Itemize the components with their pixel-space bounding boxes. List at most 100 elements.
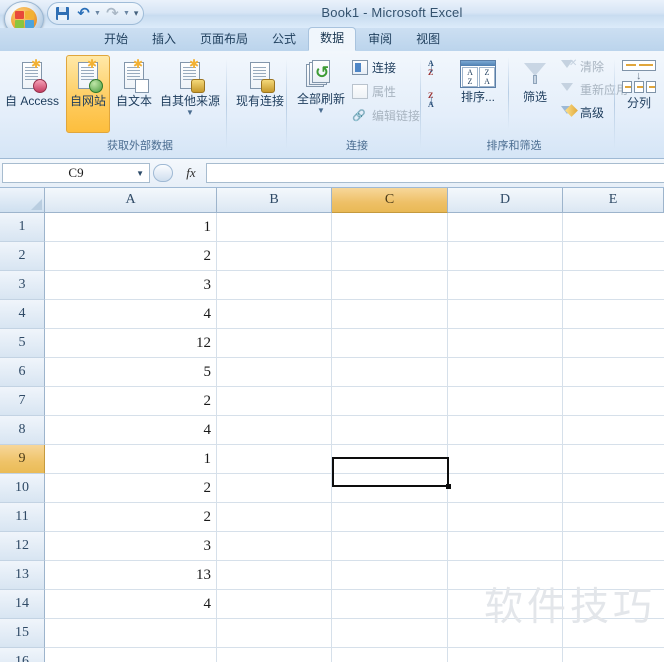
tab-review[interactable]: 审阅 [356, 28, 404, 51]
column-header-a[interactable]: A [45, 188, 217, 213]
row-header-10[interactable]: 10 [0, 474, 45, 503]
cell-D3[interactable] [448, 271, 563, 300]
cell-B5[interactable] [217, 329, 332, 358]
row-header-4[interactable]: 4 [0, 300, 45, 329]
cell-C5[interactable] [332, 329, 448, 358]
cell-D7[interactable] [448, 387, 563, 416]
column-header-c[interactable]: C [332, 188, 448, 213]
cell-D4[interactable] [448, 300, 563, 329]
refresh-all-caret-icon[interactable]: ▼ [317, 107, 325, 115]
from-access-button[interactable]: ✱ 自 Access [4, 55, 60, 133]
cell-B2[interactable] [217, 242, 332, 271]
cell-D10[interactable] [448, 474, 563, 503]
cell-D5[interactable] [448, 329, 563, 358]
cell-D2[interactable] [448, 242, 563, 271]
from-other-sources-caret-icon[interactable]: ▼ [186, 109, 194, 117]
row-header-11[interactable]: 11 [0, 503, 45, 532]
cell-E15[interactable] [563, 619, 664, 648]
cell-B7[interactable] [217, 387, 332, 416]
cell-C11[interactable] [332, 503, 448, 532]
connections-button[interactable]: 连接 [350, 58, 398, 77]
cell-E11[interactable] [563, 503, 664, 532]
from-web-button[interactable]: ✱ 自网站 [66, 55, 110, 133]
cell-A14[interactable]: 4 [45, 590, 217, 619]
cell-B11[interactable] [217, 503, 332, 532]
cell-C4[interactable] [332, 300, 448, 329]
cell-A13[interactable]: 13 [45, 561, 217, 590]
row-header-1[interactable]: 1 [0, 213, 45, 242]
cell-B4[interactable] [217, 300, 332, 329]
cell-C15[interactable] [332, 619, 448, 648]
formula-input[interactable] [206, 163, 664, 183]
cell-D11[interactable] [448, 503, 563, 532]
row-header-7[interactable]: 7 [0, 387, 45, 416]
cell-A16[interactable] [45, 648, 217, 662]
cell-E5[interactable] [563, 329, 664, 358]
cell-C8[interactable] [332, 416, 448, 445]
cell-E3[interactable] [563, 271, 664, 300]
tab-insert[interactable]: 插入 [140, 28, 188, 51]
row-header-6[interactable]: 6 [0, 358, 45, 387]
cell-E8[interactable] [563, 416, 664, 445]
cell-B8[interactable] [217, 416, 332, 445]
sort-dialog-button[interactable]: AZ ZA 排序... [450, 55, 506, 133]
cell-C16[interactable] [332, 648, 448, 662]
cell-C13[interactable] [332, 561, 448, 590]
row-header-13[interactable]: 13 [0, 561, 45, 590]
cell-C2[interactable] [332, 242, 448, 271]
cell-D1[interactable] [448, 213, 563, 242]
sort-ascending-button[interactable]: A Z ↓ [426, 59, 448, 78]
row-header-15[interactable]: 15 [0, 619, 45, 648]
cell-E16[interactable] [563, 648, 664, 662]
tab-view[interactable]: 视图 [404, 28, 452, 51]
cell-C14[interactable] [332, 590, 448, 619]
cell-C6[interactable] [332, 358, 448, 387]
cell-A1[interactable]: 1 [45, 213, 217, 242]
tab-home[interactable]: 开始 [92, 28, 140, 51]
cell-C7[interactable] [332, 387, 448, 416]
text-to-columns-button[interactable]: ↓ 分列 [614, 55, 664, 133]
row-header-14[interactable]: 14 [0, 590, 45, 619]
cell-B12[interactable] [217, 532, 332, 561]
cell-E2[interactable] [563, 242, 664, 271]
row-header-16[interactable]: 16 [0, 648, 45, 662]
row-header-2[interactable]: 2 [0, 242, 45, 271]
select-all-corner[interactable] [0, 188, 45, 213]
tab-page-layout[interactable]: 页面布局 [188, 28, 260, 51]
sort-descending-button[interactable]: Z A ↓ [426, 91, 448, 110]
cell-D6[interactable] [448, 358, 563, 387]
cell-D15[interactable] [448, 619, 563, 648]
cell-E10[interactable] [563, 474, 664, 503]
cell-E14[interactable] [563, 590, 664, 619]
cell-A15[interactable] [45, 619, 217, 648]
cell-D9[interactable] [448, 445, 563, 474]
cell-D16[interactable] [448, 648, 563, 662]
from-other-sources-button[interactable]: ✱ 自其他来源 ▼ [156, 55, 224, 133]
name-box-caret-icon[interactable]: ▼ [136, 169, 144, 178]
cell-A10[interactable]: 2 [45, 474, 217, 503]
cell-C3[interactable] [332, 271, 448, 300]
cell-D12[interactable] [448, 532, 563, 561]
cell-C12[interactable] [332, 532, 448, 561]
cell-A2[interactable]: 2 [45, 242, 217, 271]
cell-A5[interactable]: 12 [45, 329, 217, 358]
existing-connections-button[interactable]: 现有连接 [230, 55, 290, 133]
cell-B16[interactable] [217, 648, 332, 662]
cell-B3[interactable] [217, 271, 332, 300]
cell-B9[interactable] [217, 445, 332, 474]
row-header-9[interactable]: 9 [0, 445, 45, 474]
cell-E1[interactable] [563, 213, 664, 242]
advanced-filter-button[interactable]: 高级 [558, 103, 606, 122]
cell-D8[interactable] [448, 416, 563, 445]
from-text-button[interactable]: ✱ 自文本 [112, 55, 156, 133]
column-header-e[interactable]: E [563, 188, 664, 213]
cell-E7[interactable] [563, 387, 664, 416]
cell-A9[interactable]: 1 [45, 445, 217, 474]
tab-formulas[interactable]: 公式 [260, 28, 308, 51]
cell-B14[interactable] [217, 590, 332, 619]
cell-A11[interactable]: 2 [45, 503, 217, 532]
filter-button[interactable]: 筛选 [512, 55, 558, 133]
insert-function-toggle-icon[interactable] [153, 164, 173, 182]
column-header-d[interactable]: D [448, 188, 563, 213]
refresh-all-button[interactable]: ↺ 全部刷新 ▼ [292, 55, 350, 133]
